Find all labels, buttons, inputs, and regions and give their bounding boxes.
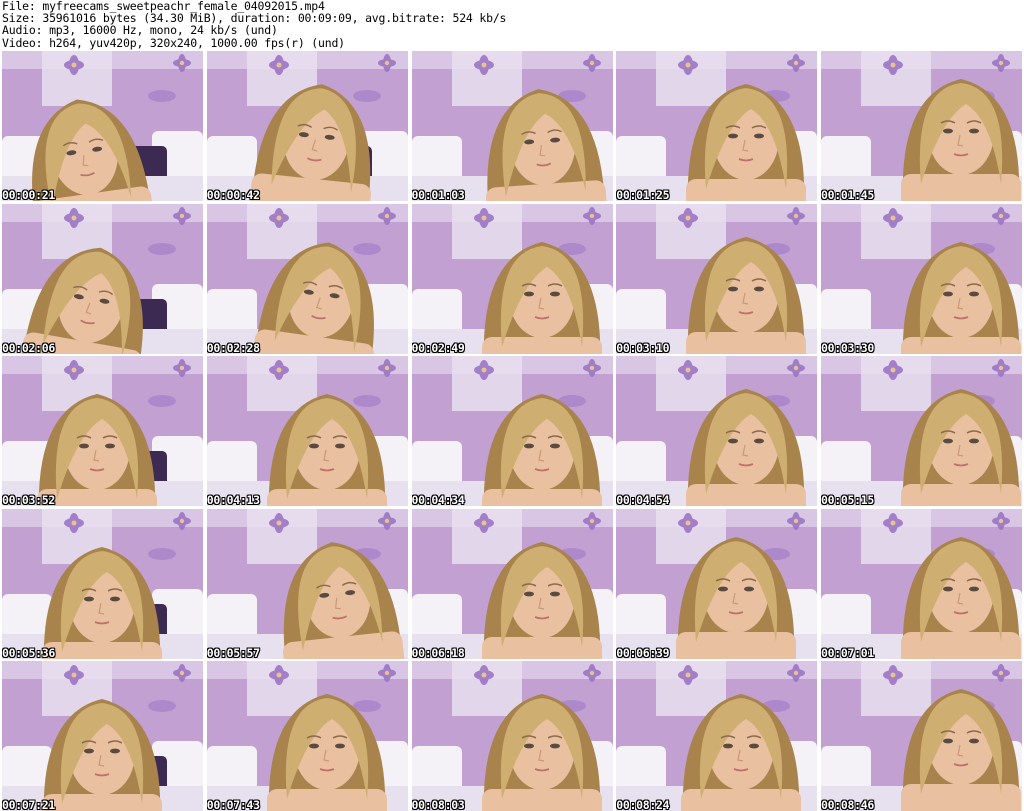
video-frame-thumbnail: 00:08:46: [821, 661, 1022, 811]
frame-timestamp: 00:02:49: [411, 340, 465, 354]
video-frame-thumbnail: 00:00:42: [206, 51, 408, 201]
video-frame-thumbnail: 00:04:13: [206, 356, 408, 506]
video-frame-thumbnail: 00:05:57: [206, 508, 408, 659]
frame-timestamp: 00:05:36: [2, 645, 55, 659]
video-frame-thumbnail: 00:02:49: [411, 203, 613, 354]
frame-timestamp: 00:08:03: [411, 798, 465, 811]
frame-timestamp: 00:00:21: [2, 188, 55, 201]
frame-image: [2, 51, 203, 201]
video-frame-thumbnail: 00:03:52: [2, 356, 203, 506]
frame-image: [206, 203, 408, 354]
frame-image: [2, 508, 203, 659]
frame-image: [411, 203, 613, 354]
video-frame-thumbnail: 00:01:03: [411, 51, 613, 201]
video-frame-thumbnail: 00:08:24: [616, 661, 818, 811]
frame-timestamp: 00:08:46: [821, 798, 874, 811]
frame-timestamp: 00:03:10: [616, 340, 670, 354]
frame-timestamp: 00:02:06: [2, 340, 55, 354]
video-info-line: Video: h264, yuv420p, 320x240, 1000.00 f…: [2, 35, 345, 50]
frame-image: [411, 661, 613, 811]
video-frame-thumbnail: 00:05:15: [821, 356, 1022, 506]
video-frame-thumbnail: 00:08:03: [411, 661, 613, 811]
frame-image: [206, 661, 408, 811]
video-frame-thumbnail: 00:01:25: [616, 51, 818, 201]
frame-timestamp: 00:05:57: [206, 645, 260, 659]
frame-timestamp: 00:03:30: [821, 340, 874, 354]
file-info-header: File: myfreecams_sweetpeachr_female_0409…: [2, 0, 1022, 50]
frame-image: [821, 508, 1022, 659]
frame-timestamp: 00:07:21: [2, 798, 55, 811]
thumbnail-grid: 00:00:21 00:00:42 00:01:03 00:01:25 00:0…: [2, 51, 1022, 811]
frame-image: [206, 356, 408, 506]
video-frame-thumbnail: 00:07:21: [2, 661, 203, 811]
audio-info-line: Audio: mp3, 16000 Hz, mono, 24 kb/s (und…: [2, 23, 278, 38]
frame-image: [821, 661, 1022, 811]
frame-image: [821, 356, 1022, 506]
frame-image: [2, 203, 203, 354]
frame-image: [616, 661, 818, 811]
video-frame-thumbnail: 00:06:39: [616, 508, 818, 659]
frame-timestamp: 00:04:13: [206, 493, 260, 506]
video-frame-thumbnail: 00:02:06: [2, 203, 203, 354]
frame-image: [206, 508, 408, 659]
frame-image: [821, 51, 1022, 201]
frame-timestamp: 00:01:25: [616, 188, 670, 201]
frame-timestamp: 00:02:28: [206, 340, 260, 354]
video-frame-thumbnail: 00:03:10: [616, 203, 818, 354]
video-frame-thumbnail: 00:04:34: [411, 356, 613, 506]
frame-timestamp: 00:05:15: [821, 493, 874, 506]
frame-image: [2, 661, 203, 811]
frame-timestamp: 00:08:24: [616, 798, 670, 811]
frame-timestamp: 00:06:39: [616, 645, 670, 659]
video-frame-thumbnail: 00:04:54: [616, 356, 818, 506]
frame-timestamp: 00:07:43: [206, 798, 260, 811]
frame-image: [206, 51, 408, 201]
frame-image: [411, 356, 613, 506]
video-frame-thumbnail: 00:07:01: [821, 508, 1022, 659]
frame-image: [616, 356, 818, 506]
frame-timestamp: 00:04:34: [411, 493, 465, 506]
video-frame-thumbnail: 00:01:45: [821, 51, 1022, 201]
frame-timestamp: 00:01:45: [821, 188, 874, 201]
frame-timestamp: 00:04:54: [616, 493, 670, 506]
frame-image: [616, 203, 818, 354]
frame-timestamp: 00:01:03: [411, 188, 465, 201]
video-frame-thumbnail: 00:03:30: [821, 203, 1022, 354]
frame-timestamp: 00:07:01: [821, 645, 874, 659]
video-frame-thumbnail: 00:02:28: [206, 203, 408, 354]
frame-image: [616, 51, 818, 201]
frame-timestamp: 00:00:42: [206, 188, 260, 201]
frame-timestamp: 00:03:52: [2, 493, 55, 506]
frame-image: [411, 51, 613, 201]
video-frame-thumbnail: 00:05:36: [2, 508, 203, 659]
video-frame-thumbnail: 00:06:18: [411, 508, 613, 659]
frame-image: [821, 203, 1022, 354]
frame-image: [411, 508, 613, 659]
frame-timestamp: 00:06:18: [411, 645, 465, 659]
frame-image: [2, 356, 203, 506]
frame-image: [616, 508, 818, 659]
video-frame-thumbnail: 00:00:21: [2, 51, 203, 201]
video-frame-thumbnail: 00:07:43: [206, 661, 408, 811]
